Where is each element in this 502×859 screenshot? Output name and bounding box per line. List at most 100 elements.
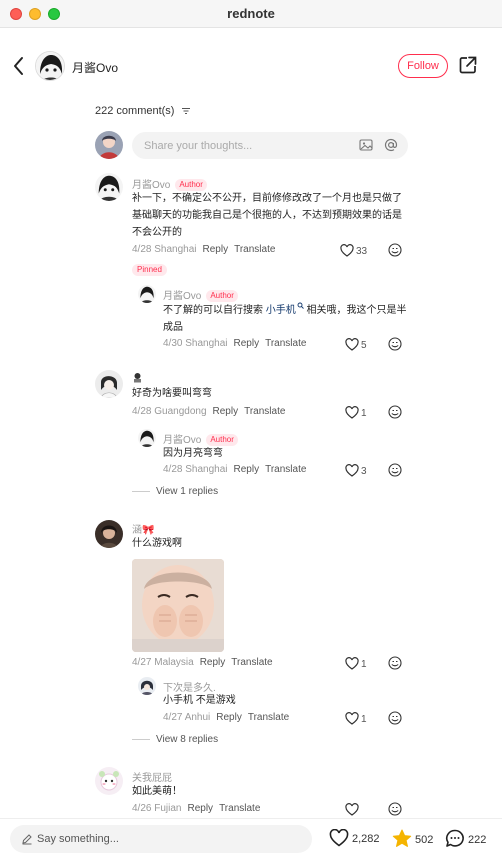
heart-icon <box>345 464 359 477</box>
note-comment-count: 222 <box>468 834 487 846</box>
comment-date: 4/28 Guangdong <box>132 406 207 417</box>
reply-meta: 4/27 Anhui Reply Translate <box>163 712 289 723</box>
comment-meta: 4/27 Malaysia Reply Translate <box>132 657 273 668</box>
like-count: 1 <box>361 659 367 670</box>
reply-button[interactable]: Reply <box>203 244 229 255</box>
like-button[interactable]: 5 <box>345 338 367 352</box>
window-title: rednote <box>227 6 275 21</box>
reply-button[interactable]: Reply <box>234 464 260 475</box>
heart-icon <box>345 338 359 351</box>
emoji-reaction-icon[interactable] <box>388 405 402 419</box>
emoji-reaction-icon[interactable] <box>388 711 402 725</box>
view-replies-button[interactable]: View 8 replies <box>132 734 218 745</box>
reply-text: 因为月亮弯弯 <box>163 448 223 459</box>
follow-button[interactable]: Follow <box>398 54 448 78</box>
replier-name-text[interactable]: 月酱Ovo <box>163 291 201 302</box>
author-name[interactable]: 月酱Ovo <box>72 59 118 76</box>
commenter-avatar[interactable] <box>95 173 123 201</box>
author-avatar[interactable] <box>35 51 65 81</box>
emoji-reaction-icon[interactable] <box>388 337 402 351</box>
commenter-name[interactable]: 月酱Ovo Author <box>132 176 207 191</box>
note-header: 月酱Ovo Follow <box>0 28 502 104</box>
comment-text: 如此美萌！ <box>132 786 182 797</box>
emoji-reaction-icon[interactable] <box>388 463 402 477</box>
heart-icon <box>345 803 359 816</box>
user-badge-icon <box>134 373 141 383</box>
commenter-name[interactable] <box>132 372 143 386</box>
like-button[interactable]: 1 <box>345 406 367 420</box>
like-count: 5 <box>361 340 367 351</box>
heart-icon <box>345 712 359 725</box>
say-something-placeholder: Say something... <box>37 833 119 845</box>
reply-button[interactable]: Reply <box>216 712 242 723</box>
replier-avatar[interactable] <box>138 285 156 303</box>
translate-button[interactable]: Translate <box>234 244 275 255</box>
replier-avatar[interactable] <box>138 429 156 447</box>
commenter-name[interactable]: 关我屁屁 <box>132 769 172 784</box>
image-icon[interactable] <box>359 138 373 152</box>
translate-button[interactable]: Translate <box>248 712 289 723</box>
comment-meta: 4/26 Fujian Reply Translate <box>132 803 260 814</box>
comment-composer[interactable] <box>132 132 408 159</box>
bottom-action-bar: Say something... 2,282 502 222 <box>0 818 502 859</box>
translate-button[interactable]: Translate <box>244 406 285 417</box>
emoji-reaction-icon[interactable] <box>388 243 402 257</box>
comment-date: 4/26 Fujian <box>132 803 182 814</box>
commenter-name[interactable]: 涵🎀 <box>132 521 154 536</box>
back-arrow-icon[interactable] <box>10 55 28 77</box>
search-link-label[interactable]: 小手机 <box>266 305 296 316</box>
reply-button[interactable]: Reply <box>200 657 226 668</box>
star-icon <box>392 829 412 847</box>
reply-date: 4/28 Shanghai <box>163 464 228 475</box>
pencil-icon <box>22 834 32 845</box>
note-collect-button[interactable]: 502 <box>392 829 433 848</box>
like-button[interactable]: 33 <box>340 244 367 258</box>
emoji-reaction-icon[interactable] <box>388 802 402 816</box>
reply-text: 不了解的可以自行搜索 小手机 相关哦，我这个只是半成品 <box>163 302 407 336</box>
like-button[interactable]: 3 <box>345 464 367 478</box>
like-button[interactable]: 1 <box>345 657 367 671</box>
like-count: 3 <box>361 466 367 477</box>
commenter-avatar[interactable] <box>95 520 123 548</box>
comment-bubble-icon <box>445 829 464 847</box>
comment-text: 什么游戏啊 <box>132 538 182 549</box>
note-like-button[interactable]: 2,282 <box>329 828 380 847</box>
share-icon[interactable] <box>458 55 478 75</box>
commenter-avatar[interactable] <box>95 767 123 795</box>
comment-image[interactable] <box>132 559 224 652</box>
sort-icon[interactable] <box>181 107 191 115</box>
translate-button[interactable]: Translate <box>231 657 272 668</box>
mention-icon[interactable] <box>384 138 398 152</box>
say-something-input[interactable]: Say something... <box>10 825 312 853</box>
view-replies-label[interactable]: View 1 replies <box>156 486 218 497</box>
like-button[interactable] <box>345 803 361 817</box>
commenter-avatar[interactable] <box>95 370 123 398</box>
reply-button[interactable]: Reply <box>234 338 260 349</box>
view-replies-button[interactable]: View 1 replies <box>132 486 218 497</box>
reply-meta: 4/30 Shanghai Reply Translate <box>163 338 306 349</box>
heart-icon <box>340 244 354 257</box>
translate-button[interactable]: Translate <box>219 803 260 814</box>
my-avatar <box>95 131 123 159</box>
like-count: 1 <box>361 714 367 725</box>
heart-icon <box>329 828 349 847</box>
comment-date: 4/28 Shanghai <box>132 244 197 255</box>
divider-line <box>132 738 150 740</box>
search-link[interactable]: 小手机 <box>266 302 304 316</box>
note-comment-button[interactable]: 222 <box>445 829 486 848</box>
reply-button[interactable]: Reply <box>187 803 213 814</box>
reply-button[interactable]: Reply <box>213 406 239 417</box>
replier-name[interactable]: 月酱Ovo Author <box>163 431 238 446</box>
replier-name[interactable]: 月酱Ovo Author <box>163 287 238 302</box>
comment-input[interactable] <box>144 132 344 159</box>
emoji-reaction-icon[interactable] <box>388 656 402 670</box>
translate-button[interactable]: Translate <box>265 464 306 475</box>
replier-avatar[interactable] <box>138 677 156 695</box>
heart-icon <box>345 406 359 419</box>
view-replies-label[interactable]: View 8 replies <box>156 734 218 745</box>
heart-icon <box>345 657 359 670</box>
translate-button[interactable]: Translate <box>265 338 306 349</box>
author-badge: Author <box>206 290 238 302</box>
like-count: 1 <box>361 408 367 419</box>
like-button[interactable]: 1 <box>345 712 367 726</box>
